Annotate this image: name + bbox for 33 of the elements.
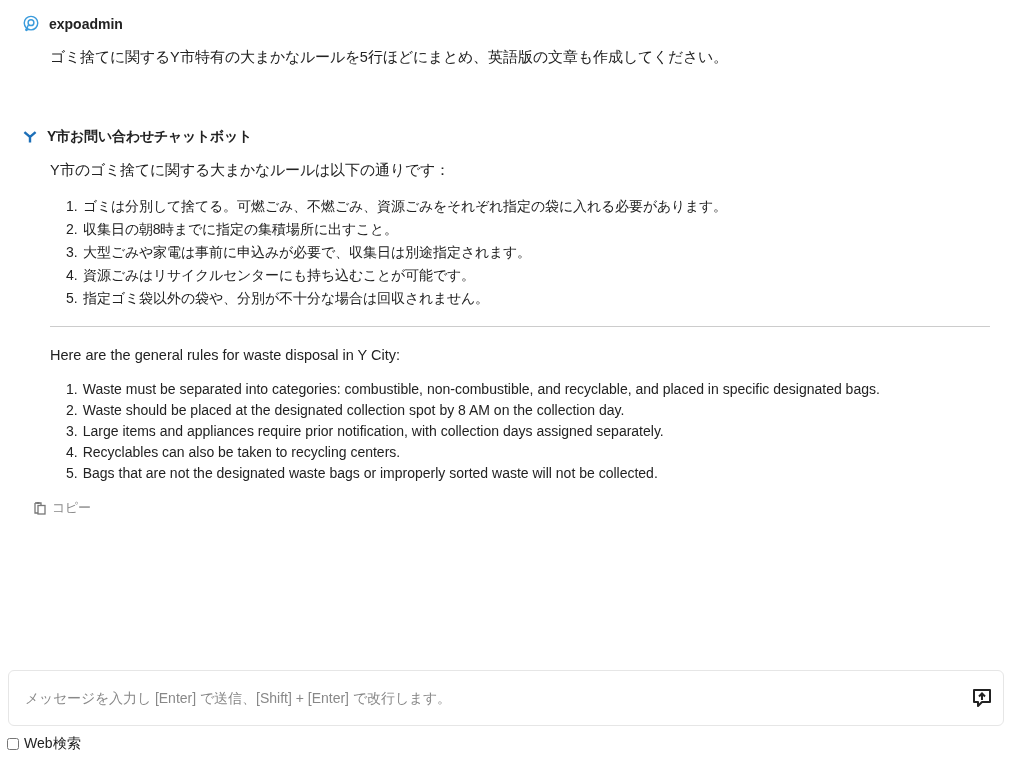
copy-icon <box>32 500 48 516</box>
list-item-text: Waste must be separated into categories: combustible, non-combustible, and recyclable, and placed in specific designated bags. <box>82 381 880 397</box>
y-logo-icon <box>22 129 38 145</box>
copy-button[interactable]: コピー <box>32 499 91 517</box>
send-icon[interactable] <box>972 688 992 708</box>
list-number: 4. <box>66 444 78 460</box>
list-number: 3. <box>66 423 78 439</box>
user-avatar-icon <box>22 15 40 33</box>
list-number: 1. <box>66 198 78 216</box>
author-name: expoadmin <box>49 16 123 32</box>
message-text: ゴミ捨てに関するY市特有の大まかなルールを5行ほどにまとめ、英語版の文章も作成してください。 <box>50 48 729 67</box>
intro-text: Here are the general rules for waste disposal in Y City: <box>50 347 402 363</box>
list-number: 2. <box>66 402 78 418</box>
list-item-text: Recyclables can also be taken to recycling centers. <box>82 444 401 460</box>
list-number: 3. <box>66 244 78 262</box>
list-item-text: 指定ゴミ袋以外の袋や、分別が不十分な場合は回収されません。 <box>82 290 489 308</box>
list-item-text: ゴミは分別して捨てる。可燃ごみ、不燃ごみ、資源ごみをそれぞれ指定の袋に入れる必要があります。 <box>82 198 727 216</box>
list-item-text: Large items and appliances require prior notification, with collection days assigned separately. <box>82 423 664 439</box>
list-item-text: Waste should be placed at the designated collection spot by 8 AM on the collection day. <box>82 402 625 418</box>
author-name: Y市お問い合わせチャットボット <box>47 128 253 146</box>
list-number: 5. <box>66 465 78 481</box>
web-search-checkbox[interactable] <box>7 738 19 750</box>
list-number: 1. <box>66 381 78 397</box>
list-number: 2. <box>66 221 78 239</box>
list-number: 5. <box>66 290 78 308</box>
list-item-text: Bags that are not the designated waste bags or improperly sorted waste will not be collected. <box>82 465 658 481</box>
list-item-text: 資源ごみはリサイクルセンターにも持ち込むことが可能です。 <box>82 267 475 285</box>
message-input[interactable]: メッセージを入力し [Enter] で送信、[Shift] + [Enter] で改行します。 <box>8 670 1004 726</box>
list-item-text: 収集日の朝8時までに指定の集積場所に出すこと。 <box>82 221 399 239</box>
list-number: 4. <box>66 267 78 285</box>
intro-text: Y市のゴミ捨てに関する大まかなルールは以下の通りです： <box>50 161 451 180</box>
web-search-label: Web検索 <box>24 735 81 753</box>
list-item-text: 大型ごみや家電は事前に申込みが必要で、収集日は別途指定されます。 <box>82 244 531 262</box>
